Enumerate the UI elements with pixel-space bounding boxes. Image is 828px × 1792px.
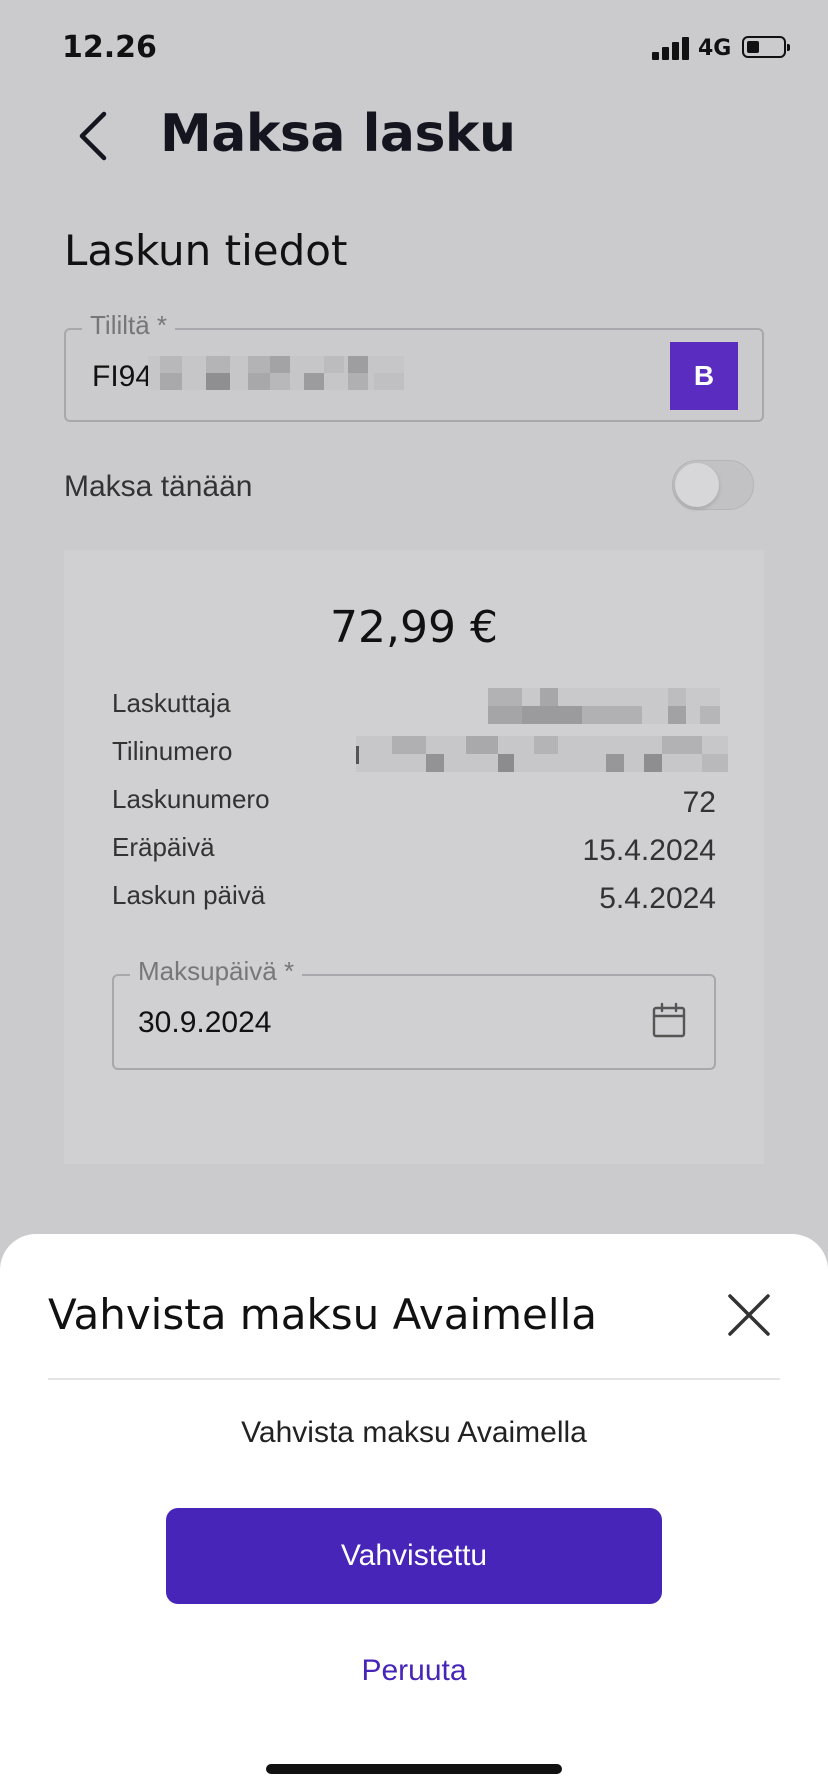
sheet-divider [48,1378,780,1380]
row-label-invoice-number: Laskunumero [112,784,270,814]
redacted-biller [488,688,720,724]
invoice-amount: 72,99 € [330,602,498,653]
redacted-account [356,736,728,772]
from-account-field[interactable]: Tililtä * FI94 B [64,310,764,422]
from-account-value: FI94 [92,360,153,393]
row-label-invoice-date: Laskun päivä [112,880,266,910]
calendar-icon[interactable] [652,1002,686,1038]
signal-icon [652,36,692,60]
row-value-invoice-number: 72 [682,786,716,819]
page-title: Maksa lasku [160,104,516,164]
row-label-biller: Laskuttaja [112,688,231,718]
sheet-title: Vahvista maksu Avaimella [48,1290,597,1339]
close-icon[interactable] [726,1292,772,1338]
bank-logo: B [670,342,738,410]
from-account-label: Tililtä * [82,310,176,341]
confirm-sheet: Vahvista maksu Avaimella Vahvista maksu … [0,1234,828,1792]
row-value-invoice-date: 5.4.2024 [599,882,716,915]
bank-logo-letter: B [693,360,715,391]
section-title: Laskun tiedot [64,226,348,275]
battery-icon [742,36,790,58]
row-label-due-date: Eräpäivä [112,832,215,862]
sheet-message: Vahvista maksu Avaimella [241,1416,587,1449]
invoice-card: 72,99 € Laskuttaja Tilinumero Laskunumer… [64,550,764,1164]
payment-date-field[interactable]: Maksupäivä * 30.9.2024 [112,956,716,1070]
confirm-button[interactable]: Vahvistettu [166,1508,662,1604]
status-time: 12.26 [62,30,157,65]
payment-date-value: 30.9.2024 [138,1006,272,1039]
payment-date-label: Maksupäivä * [130,956,303,987]
cancel-button[interactable]: Peruuta [0,1654,828,1688]
network-type: 4G [698,36,732,61]
back-button[interactable] [74,108,114,164]
redacted-account-number [148,356,404,390]
toggle-knob [675,463,719,507]
row-label-account: Tilinumero [112,736,233,766]
home-indicator [266,1764,562,1774]
pay-today-toggle[interactable] [672,460,754,510]
chevron-left-icon [79,111,107,161]
pay-today-label: Maksa tänään [64,470,253,503]
row-value-due-date: 15.4.2024 [582,834,716,867]
